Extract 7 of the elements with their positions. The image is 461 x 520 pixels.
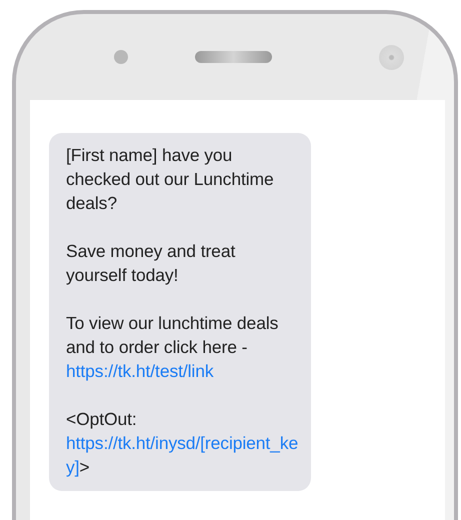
message-text: To view our lunchtime deals and to order click here - https://tk.ht/test/link	[66, 312, 280, 383]
message-link[interactable]: https://tk.ht/inysd/[recipient_key]>	[66, 431, 299, 479]
sensor-icon	[114, 50, 128, 64]
message-text: Save money and treat yourself today!	[66, 240, 236, 287]
message-text: [First name] have you checked out our Lunchtime deals?	[66, 144, 275, 215]
speaker-icon	[195, 51, 272, 63]
camera-icon	[379, 44, 404, 70]
